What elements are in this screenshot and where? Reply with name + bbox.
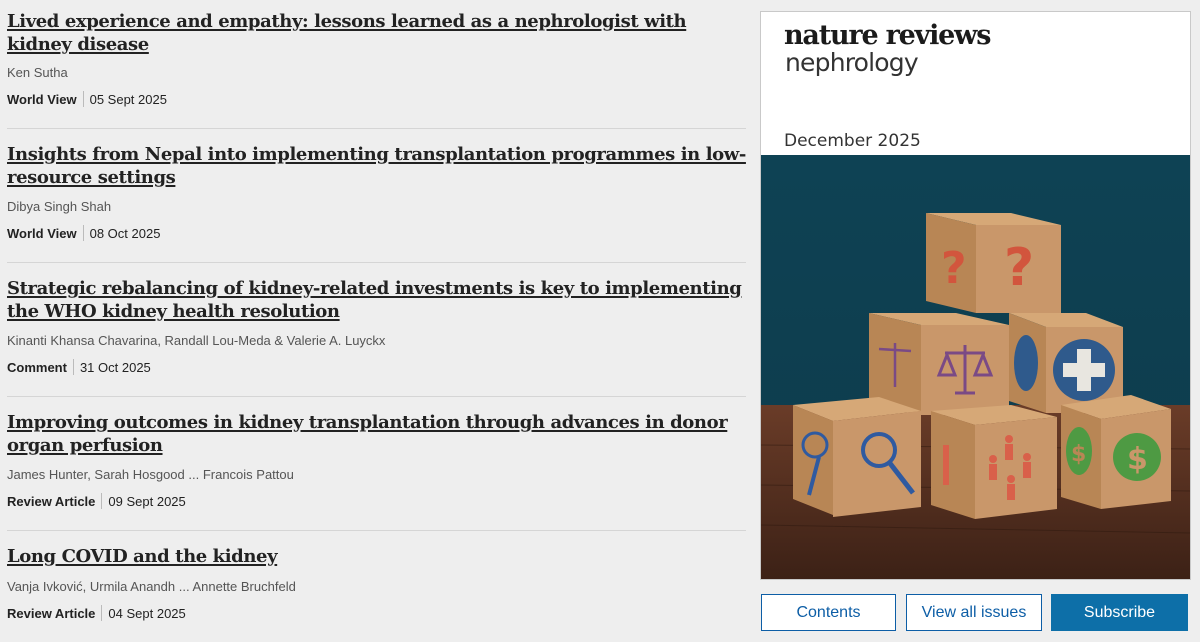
article-date: 31 Oct 2025: [79, 359, 151, 375]
meta-divider: [82, 91, 84, 107]
article-meta: Review Article 09 Sept 2025: [7, 493, 186, 509]
meta-divider: [72, 359, 74, 375]
article-date: 09 Sept 2025: [108, 493, 186, 509]
journal-cover[interactable]: nature reviews nephrology December 2025 …: [760, 11, 1191, 580]
article-meta: Review Article 04 Sept 2025: [7, 605, 186, 621]
article-meta: World View 05 Sept 2025: [7, 91, 167, 107]
article-meta: Comment 31 Oct 2025: [7, 359, 151, 375]
list-item: Insights from Nepal into implementing tr…: [7, 129, 746, 263]
journal-subject: nephrology: [785, 48, 919, 77]
contents-button[interactable]: Contents: [761, 594, 896, 631]
article-authors: James Hunter, Sarah Hosgood ... Francois…: [7, 467, 294, 482]
article-title-link[interactable]: Strategic rebalancing of kidney-related …: [7, 277, 746, 323]
article-type: World View: [7, 225, 77, 241]
article-authors: Kinanti Khansa Chavarina, Randall Lou-Me…: [7, 333, 386, 348]
svg-text:?: ?: [941, 243, 967, 294]
list-item: Lived experience and empathy: lessons le…: [7, 0, 746, 129]
view-all-issues-button[interactable]: View all issues: [906, 594, 1042, 631]
article-authors: Vanja Ivković, Urmila Anandh ... Annette…: [7, 579, 296, 594]
svg-text:$: $: [1071, 442, 1086, 467]
article-date: 05 Sept 2025: [89, 91, 167, 107]
list-item: Strategic rebalancing of kidney-related …: [7, 263, 746, 397]
article-title-link[interactable]: Insights from Nepal into implementing tr…: [7, 143, 746, 189]
issue-date: December 2025: [784, 131, 921, 151]
article-type: Comment: [7, 359, 67, 375]
article-authors: Dibya Singh Shah: [7, 199, 112, 214]
article-authors: Ken Sutha: [7, 65, 68, 80]
meta-divider: [101, 493, 103, 509]
subscribe-button[interactable]: Subscribe: [1051, 594, 1188, 631]
article-title-link[interactable]: Improving outcomes in kidney transplanta…: [7, 411, 746, 457]
list-item: Long COVID and the kidney Vanja Ivković,…: [7, 531, 746, 642]
article-meta: World View 08 Oct 2025: [7, 225, 160, 241]
journal-name: nature reviews: [784, 20, 991, 51]
article-type: Review Article: [7, 605, 96, 621]
svg-text:$: $: [1127, 442, 1148, 477]
article-type: World View: [7, 91, 77, 107]
list-item: Improving outcomes in kidney transplanta…: [7, 397, 746, 531]
svg-text:?: ?: [1004, 238, 1034, 298]
article-type: Review Article: [7, 493, 96, 509]
article-title-link[interactable]: Lived experience and empathy: lessons le…: [7, 10, 746, 56]
meta-divider: [82, 225, 84, 241]
article-date: 04 Sept 2025: [108, 605, 186, 621]
article-list: Lived experience and empathy: lessons le…: [7, 0, 746, 642]
article-date: 08 Oct 2025: [89, 225, 161, 241]
cover-illustration-icon: ? ? $ $: [761, 155, 1190, 579]
article-title-link[interactable]: Long COVID and the kidney: [7, 545, 278, 568]
meta-divider: [101, 605, 103, 621]
